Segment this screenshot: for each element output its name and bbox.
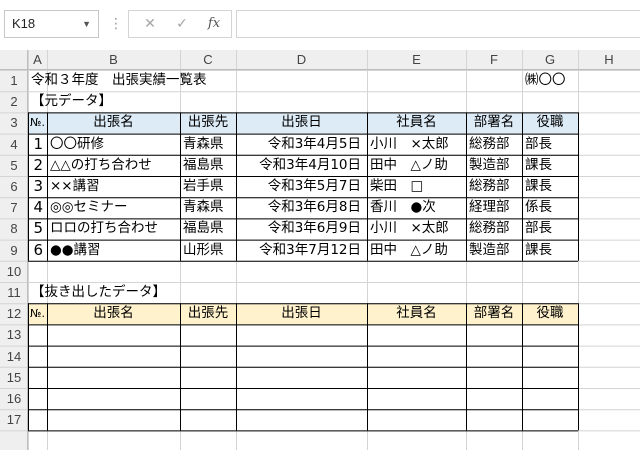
source-data-cell[interactable]: 4	[28, 197, 47, 218]
column-header-b[interactable]: B	[47, 50, 180, 70]
select-all-corner[interactable]	[0, 50, 28, 70]
row-header-15[interactable]: 15	[0, 367, 28, 388]
row-header-14[interactable]: 14	[0, 346, 28, 367]
row-header-5[interactable]: 5	[0, 155, 28, 176]
company-name[interactable]: ㈱〇〇	[522, 70, 578, 91]
sheet-title[interactable]: 令和３年度 出張実績一覧表	[28, 70, 207, 91]
row-header-8[interactable]: 8	[0, 218, 28, 239]
source-data-cell[interactable]: 製造部	[466, 155, 522, 176]
spreadsheet-grid: A B C D E F G H 1 2 3 4 5 6 7 8 9 10 11 12 13 14 15 16 17 令和３年度 出…	[0, 50, 640, 450]
source-data-cell[interactable]: 係長	[522, 197, 578, 218]
row-header-7[interactable]: 7	[0, 197, 28, 218]
row-header-1[interactable]: 1	[0, 70, 28, 91]
row-header-12[interactable]: 12	[0, 303, 28, 324]
source-data-cell[interactable]: 3	[28, 176, 47, 197]
source-data-cell[interactable]: 令和3年4月10日	[236, 155, 367, 176]
row-header-2[interactable]: 2	[0, 91, 28, 112]
source-header-cell[interactable]: 役職	[522, 112, 578, 133]
source-data-cell[interactable]: 課長	[522, 155, 578, 176]
extract-header-cell[interactable]: 部署名	[466, 303, 522, 324]
row-header-10[interactable]: 10	[0, 261, 28, 282]
source-data-cell[interactable]: 令和3年4月5日	[236, 134, 367, 155]
name-box-value: K18	[12, 16, 36, 31]
extract-header-cell[interactable]: 役職	[522, 303, 578, 324]
formula-input[interactable]	[236, 10, 640, 38]
extract-header-cell[interactable]: 出張名	[47, 303, 180, 324]
row-header-11[interactable]: 11	[0, 282, 28, 303]
section-label-source[interactable]: 【元データ】	[28, 91, 112, 112]
source-data-cell[interactable]: 6	[28, 240, 47, 261]
more-options-icon[interactable]: ⋮	[109, 14, 123, 34]
row-header-6[interactable]: 6	[0, 176, 28, 197]
extract-header-cell[interactable]: №.	[28, 303, 47, 324]
row-header-9[interactable]: 9	[0, 240, 28, 261]
extract-header-cell[interactable]: 出張先	[180, 303, 236, 324]
source-data-cell[interactable]: 部長	[522, 134, 578, 155]
source-data-cell[interactable]: 福島県	[180, 218, 236, 239]
source-data-cell[interactable]: 課長	[522, 240, 578, 261]
source-header-cell[interactable]: 部署名	[466, 112, 522, 133]
source-data-cell[interactable]: ●●講習	[47, 240, 180, 261]
formula-bar: K18 ▼ ⋮ ✕ ✓ fx	[0, 0, 640, 50]
source-data-cell[interactable]: 柴田 □	[367, 176, 466, 197]
source-data-cell[interactable]: 令和3年7月12日	[236, 240, 367, 261]
source-data-cell[interactable]: ロロの打ち合わせ	[47, 218, 180, 239]
source-data-cell[interactable]: 山形県	[180, 240, 236, 261]
source-header-cell[interactable]: 出張先	[180, 112, 236, 133]
source-data-cell[interactable]: 青森県	[180, 134, 236, 155]
extract-header-cell[interactable]: 社員名	[367, 303, 466, 324]
source-data-cell[interactable]: 部長	[522, 218, 578, 239]
enter-icon[interactable]: ✓	[167, 11, 197, 37]
insert-function-icon[interactable]: fx	[199, 11, 229, 37]
source-data-cell[interactable]: 田中 △ノ助	[367, 240, 466, 261]
column-header-a[interactable]: A	[28, 50, 47, 70]
column-header-f[interactable]: F	[466, 50, 522, 70]
formula-buttons: ✕ ✓ fx	[128, 10, 232, 38]
cancel-icon[interactable]: ✕	[135, 11, 165, 37]
source-header-cell[interactable]: 出張日	[236, 112, 367, 133]
source-data-cell[interactable]: 2	[28, 155, 47, 176]
source-data-cell[interactable]: 令和3年5月7日	[236, 176, 367, 197]
name-box[interactable]: K18 ▼	[4, 10, 99, 38]
source-header-cell[interactable]: 出張名	[47, 112, 180, 133]
row-header-3[interactable]: 3	[0, 112, 28, 133]
source-data-cell[interactable]: 総務部	[466, 218, 522, 239]
source-data-cell[interactable]: 岩手県	[180, 176, 236, 197]
row-header-16[interactable]: 16	[0, 388, 28, 409]
source-data-cell[interactable]: 令和3年6月8日	[236, 197, 367, 218]
source-data-cell[interactable]: 経理部	[466, 197, 522, 218]
source-data-cell[interactable]: ◎◎セミナー	[47, 197, 180, 218]
row-header-4[interactable]: 4	[0, 134, 28, 155]
source-data-cell[interactable]: 総務部	[466, 134, 522, 155]
row-header-13[interactable]: 13	[0, 324, 28, 345]
source-data-cell[interactable]: ××講習	[47, 176, 180, 197]
source-data-cell[interactable]: 製造部	[466, 240, 522, 261]
chevron-down-icon[interactable]: ▼	[82, 11, 91, 37]
source-data-cell[interactable]: 青森県	[180, 197, 236, 218]
extract-header-cell[interactable]: 出張日	[236, 303, 367, 324]
source-data-cell[interactable]: 1	[28, 134, 47, 155]
source-data-cell[interactable]: 〇〇研修	[47, 134, 180, 155]
column-header-c[interactable]: C	[180, 50, 236, 70]
column-header-d[interactable]: D	[236, 50, 367, 70]
source-data-cell[interactable]: 小川 ×太郎	[367, 134, 466, 155]
source-header-cell[interactable]: №.	[28, 112, 47, 133]
row-header-17[interactable]: 17	[0, 409, 28, 430]
source-data-cell[interactable]: 香川 ●次	[367, 197, 466, 218]
source-header-cell[interactable]: 社員名	[367, 112, 466, 133]
column-header-e[interactable]: E	[367, 50, 466, 70]
column-header-h[interactable]: H	[578, 50, 640, 70]
source-data-cell[interactable]: 田中 △ノ助	[367, 155, 466, 176]
source-data-cell[interactable]: △△の打ち合わせ	[47, 155, 180, 176]
source-data-cell[interactable]: 令和3年6月9日	[236, 218, 367, 239]
column-header-g[interactable]: G	[522, 50, 578, 70]
section-label-extract[interactable]: 【抜き出したデータ】	[28, 282, 166, 303]
source-data-cell[interactable]: 福島県	[180, 155, 236, 176]
source-data-cell[interactable]: 課長	[522, 176, 578, 197]
source-data-cell[interactable]: 総務部	[466, 176, 522, 197]
source-data-cell[interactable]: 小川 ×太郎	[367, 218, 466, 239]
source-data-cell[interactable]: 5	[28, 218, 47, 239]
